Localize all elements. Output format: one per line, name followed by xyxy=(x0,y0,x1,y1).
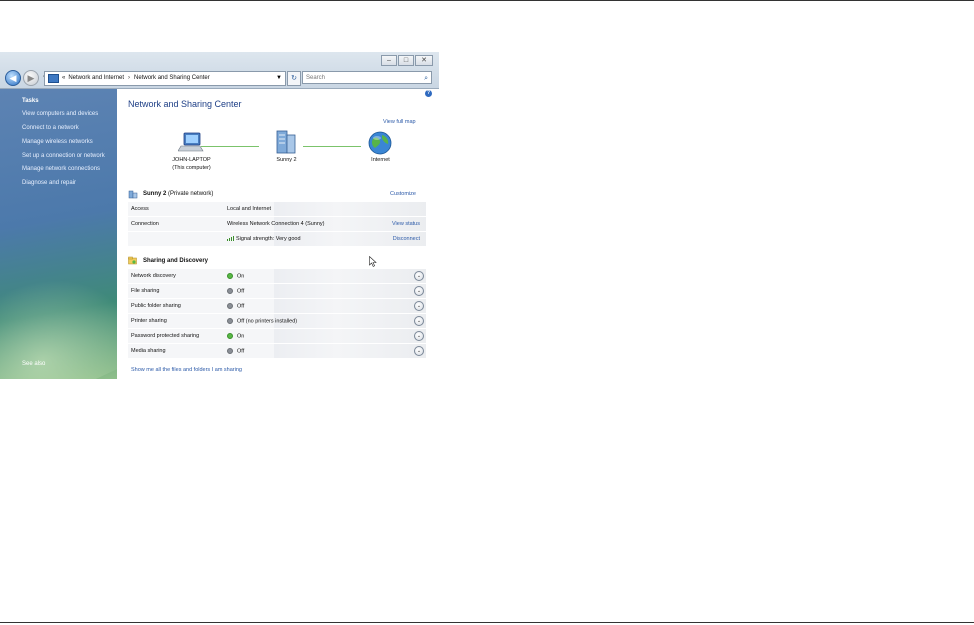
search-input[interactable]: Search ⌕ xyxy=(302,71,432,84)
search-placeholder: Search xyxy=(306,75,326,81)
chevron-down-icon[interactable]: ⌄ xyxy=(414,346,424,356)
sidebar-item-setup-connection[interactable]: Set up a connection or network xyxy=(22,153,105,159)
status-off-icon xyxy=(227,318,233,324)
status-off-icon xyxy=(227,303,233,309)
signal-bars-icon xyxy=(227,236,234,242)
minimize-button[interactable]: ‒ xyxy=(381,55,397,66)
table-row[interactable]: Public folder sharing Off ⌄ xyxy=(128,299,426,314)
table-row: Connection Wireless Network Connection 4… xyxy=(128,217,426,232)
network-type: (Private network) xyxy=(168,191,214,197)
chevron-down-icon[interactable]: ⌄ xyxy=(414,331,424,341)
table-row[interactable]: Password protected sharing On ⌄ xyxy=(128,329,426,344)
connection-value: Wireless Network Connection 4 (Sunny) xyxy=(227,221,325,227)
table-row[interactable]: Network discovery On ⌄ xyxy=(128,269,426,284)
public-folder-sharing-label: Public folder sharing xyxy=(131,303,181,309)
status-on-icon xyxy=(227,273,233,279)
sidebar-item-manage-connections[interactable]: Manage network connections xyxy=(22,166,100,172)
chevron-down-icon[interactable]: ⌄ xyxy=(414,286,424,296)
chevron-down-icon[interactable]: ⌄ xyxy=(414,316,424,326)
table-row[interactable]: Printer sharing Off (no printers install… xyxy=(128,314,426,329)
sharing-folder-icon xyxy=(128,256,137,265)
sidebar-item-manage-wireless[interactable]: Manage wireless networks xyxy=(22,139,93,145)
breadcrumb-separator: › xyxy=(128,75,131,81)
refresh-button[interactable]: ↻ xyxy=(287,71,301,86)
public-folder-sharing-state: Off xyxy=(237,303,245,310)
network-section-header: Sunny 2 (Private network) xyxy=(143,191,213,197)
file-sharing-label: File sharing xyxy=(131,288,160,294)
search-icon[interactable]: ⌕ xyxy=(424,72,428,85)
window-chrome: ‒ □ ✕ ◀ ▶ ▼ « Network and Internet › Net… xyxy=(0,52,439,89)
network-discovery-label: Network discovery xyxy=(131,273,176,279)
control-panel-icon xyxy=(48,74,59,83)
address-chevron[interactable]: « xyxy=(62,72,65,85)
chevron-down-icon[interactable]: ⌄ xyxy=(414,271,424,281)
computer-subtitle: (This computer) xyxy=(172,165,211,171)
sidebar-item-view-computers[interactable]: View computers and devices xyxy=(22,111,98,117)
tasks-heading: Tasks xyxy=(22,98,39,104)
table-row: Access Local and Internet xyxy=(128,202,426,217)
status-on-icon xyxy=(227,333,233,339)
close-button[interactable]: ✕ xyxy=(415,55,433,66)
status-off-icon xyxy=(227,288,233,294)
network-discovery-state: On xyxy=(237,273,245,280)
signal-strength-text: Signal strength: Very good xyxy=(236,236,301,242)
view-full-map-link[interactable]: View full map xyxy=(383,119,416,125)
top-rule xyxy=(0,0,974,1)
internet-globe-icon[interactable] xyxy=(367,130,393,156)
network-icon[interactable] xyxy=(273,129,299,155)
explorer-window: ‒ □ ✕ ◀ ▶ ▼ « Network and Internet › Net… xyxy=(0,52,439,379)
disconnect-link[interactable]: Disconnect xyxy=(393,236,420,242)
task-sidebar: Tasks View computers and devices Connect… xyxy=(0,89,117,379)
network-name: Sunny 2 xyxy=(143,191,167,197)
computer-name: JOHN-LAPTOP xyxy=(172,157,211,163)
view-status-link[interactable]: View status xyxy=(392,221,420,227)
network-map-name: Sunny 2 xyxy=(276,157,297,163)
address-dropdown-icon[interactable]: ▼ xyxy=(276,72,282,85)
printer-sharing-label: Printer sharing xyxy=(131,318,167,324)
media-sharing-label: Media sharing xyxy=(131,348,166,354)
forward-button[interactable]: ▶ xyxy=(23,69,39,86)
media-sharing-state: Off xyxy=(237,348,245,355)
access-label: Access xyxy=(131,206,149,212)
chevron-down-icon[interactable]: ⌄ xyxy=(414,301,424,311)
breadcrumb-network-and-internet[interactable]: Network and Internet xyxy=(68,72,124,85)
access-value: Local and Internet xyxy=(227,206,272,212)
maximize-button[interactable]: □ xyxy=(398,55,414,66)
password-protected-sharing-label: Password protected sharing xyxy=(131,333,200,339)
mouse-pointer-icon xyxy=(369,256,377,267)
help-icon[interactable]: ? xyxy=(425,90,432,97)
caption-buttons: ‒ □ ✕ xyxy=(381,55,433,66)
sidebar-decoration xyxy=(0,231,117,379)
internet-label: Internet xyxy=(371,157,390,163)
sharing-heading: Sharing and Discovery xyxy=(143,258,209,264)
map-connector-right xyxy=(303,146,361,147)
status-off-icon xyxy=(227,348,233,354)
signal-strength-value: Signal strength: Very good xyxy=(227,236,301,242)
password-protected-sharing-state: On xyxy=(237,333,245,340)
address-bar[interactable]: « Network and Internet › Network and Sha… xyxy=(44,71,286,86)
see-also-heading: See also xyxy=(22,361,46,367)
show-shared-files-link[interactable]: Show me all the files and folders I am s… xyxy=(131,367,242,373)
bottom-rule xyxy=(0,622,974,623)
connection-label: Connection xyxy=(131,221,159,227)
computer-icon[interactable] xyxy=(178,131,204,155)
breadcrumb-network-and-sharing-center[interactable]: Network and Sharing Center xyxy=(134,72,210,85)
map-connector-left xyxy=(201,146,259,147)
page-title: Network and Sharing Center xyxy=(128,99,242,109)
file-sharing-state: Off xyxy=(237,288,245,295)
private-network-icon xyxy=(128,190,138,199)
sidebar-item-connect[interactable]: Connect to a network xyxy=(22,125,79,131)
table-row[interactable]: Media sharing Off ⌄ xyxy=(128,344,426,359)
customize-link[interactable]: Customize xyxy=(390,191,416,197)
back-button[interactable]: ◀ xyxy=(5,69,21,86)
table-row: Signal strength: Very good Disconnect xyxy=(128,232,426,247)
sidebar-item-diagnose[interactable]: Diagnose and repair xyxy=(22,180,76,186)
table-row[interactable]: File sharing Off ⌄ xyxy=(128,284,426,299)
printer-sharing-state: Off (no printers installed) xyxy=(237,318,298,325)
main-content: ? Network and Sharing Center View full m… xyxy=(117,89,439,379)
